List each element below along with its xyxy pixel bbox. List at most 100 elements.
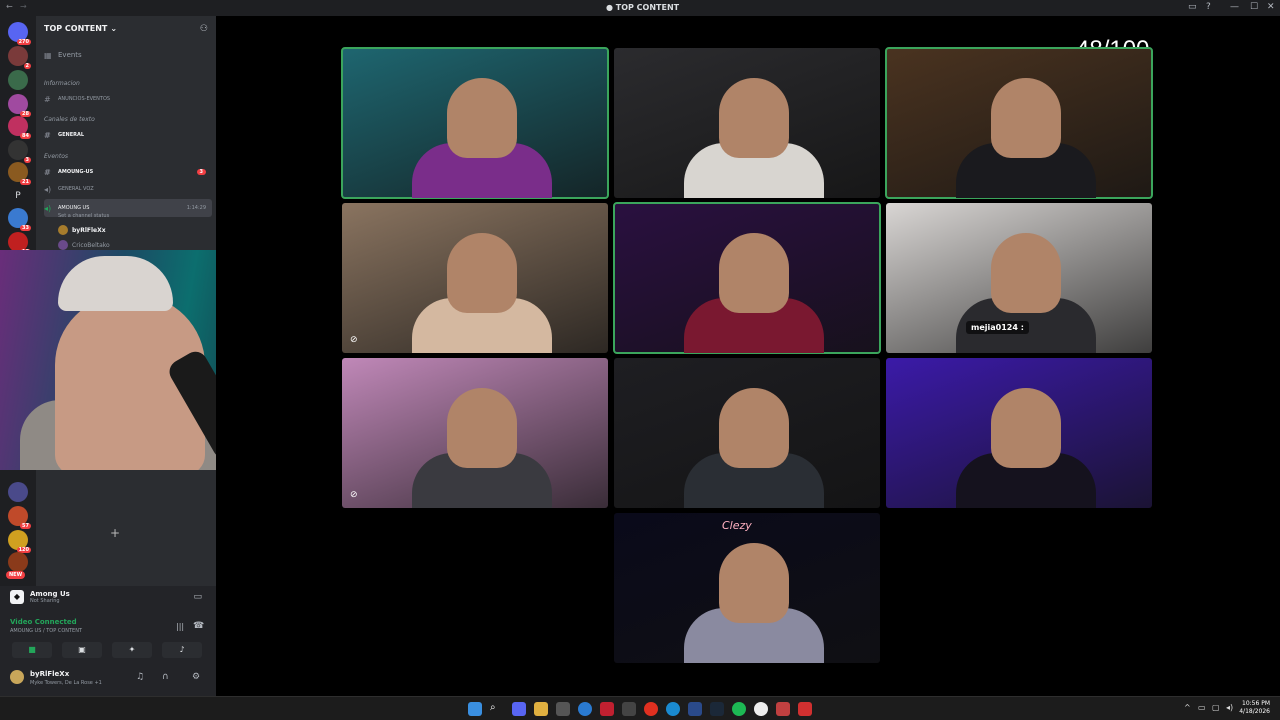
mention-badge: 3 <box>196 169 206 175</box>
video-tile[interactable] <box>614 48 880 198</box>
app-icon[interactable] <box>688 702 702 716</box>
back-arrow-icon[interactable]: ← <box>6 2 13 11</box>
soundboard-button[interactable]: ♪ <box>162 642 202 658</box>
volume-icon[interactable]: ◂) <box>1226 703 1233 712</box>
video-tile[interactable] <box>613 202 881 354</box>
usb-icon[interactable]: ▭ <box>1198 703 1206 712</box>
minimize-button[interactable]: — <box>1230 2 1239 12</box>
screen-share-icon[interactable]: ▭ <box>193 592 202 602</box>
voice-panel: ◆ Among Us Not Sharing ▭ Video Connected… <box>0 586 216 696</box>
connection-sub[interactable]: AMOUNG US / TOP CONTENT <box>10 628 82 634</box>
avatar <box>58 225 68 235</box>
video-tile[interactable] <box>886 358 1152 508</box>
channel-general[interactable]: # GENERAL <box>44 128 212 142</box>
user-avatar[interactable] <box>10 670 24 684</box>
app-icon[interactable] <box>578 702 592 716</box>
avatar <box>58 240 68 250</box>
server-icon[interactable]: P <box>8 186 28 206</box>
clock-date: 4/18/2026 <box>1239 708 1270 715</box>
hash-icon: # <box>44 167 51 177</box>
maximize-button[interactable]: ☐ <box>1250 2 1258 12</box>
activity-card[interactable]: ◆ Among Us Not Sharing <box>10 590 70 604</box>
video-tile[interactable] <box>614 358 880 508</box>
channel-amoung-us-text[interactable]: # AMOUNG-US 3 <box>44 165 212 179</box>
category-informacion[interactable]: Informacion <box>44 80 80 87</box>
channel-anuncios-eventos[interactable]: # ANUNCIOS-EVENTOS <box>44 92 212 106</box>
connection-status: Video Connected AMOUNG US / TOP CONTENT <box>10 618 82 634</box>
camera-button[interactable]: ■ <box>12 642 52 658</box>
channel-general-voz[interactable]: ◂) GENERAL VOZ <box>44 182 212 196</box>
forward-arrow-icon[interactable]: → <box>20 2 27 11</box>
video-tile[interactable] <box>341 47 609 199</box>
app-icon[interactable] <box>798 702 812 716</box>
wall-sign-text: Clezy <box>722 519 752 532</box>
hash-icon: # <box>44 130 51 140</box>
app-icon[interactable] <box>556 702 570 716</box>
user-status: Myke Towers, De La Rose +1 <box>30 680 102 686</box>
home-icon[interactable]: 270 <box>8 22 31 45</box>
activities-button[interactable]: ✦ <box>112 642 152 658</box>
category-canales-texto[interactable]: Canales de texto <box>44 116 95 123</box>
server-icon[interactable]: 3 <box>8 140 31 163</box>
user-name[interactable]: byRlFleXx <box>30 670 69 678</box>
video-tile[interactable]: ⊘ <box>342 358 608 508</box>
steam-icon[interactable] <box>710 702 724 716</box>
server-header[interactable]: TOP CONTENT ⌄ <box>44 24 117 33</box>
server-icon[interactable]: 57 <box>8 506 31 529</box>
muted-mic-icon: ⊘ <box>350 335 358 345</box>
display-icon[interactable]: ▢ <box>1212 703 1220 712</box>
video-call-stage: 48/100 ⊘mejia0124 :⊘Clezy <box>216 16 1280 696</box>
edge-icon[interactable] <box>666 702 680 716</box>
participant-head <box>447 78 517 158</box>
participant-name-tag: mejia0124 : <box>966 321 1029 334</box>
category-eventos[interactable]: Eventos <box>44 153 68 160</box>
chevron-up-icon[interactable]: ^ <box>1184 703 1191 712</box>
mouse-cursor-icon: + <box>110 526 121 540</box>
server-icon[interactable] <box>8 552 28 572</box>
server-icon[interactable]: 2 <box>8 46 31 69</box>
new-badge[interactable]: NEW <box>6 571 26 579</box>
call-timer: 1:14:29 <box>186 205 206 211</box>
noise-suppression-icon[interactable]: ||| <box>176 622 184 631</box>
app-icon[interactable] <box>600 702 614 716</box>
events-item[interactable]: ▦ Events <box>44 48 212 62</box>
server-icon[interactable]: 28 <box>8 94 31 117</box>
server-icon[interactable]: 120 <box>8 530 31 553</box>
inbox-icon[interactable]: ▭ <box>1188 2 1197 12</box>
app-icon[interactable] <box>622 702 636 716</box>
screen-share-button[interactable]: ▣ <box>62 642 102 658</box>
server-icon[interactable]: 84 <box>8 116 31 139</box>
server-icon[interactable]: 33 <box>8 208 31 231</box>
video-tile[interactable]: Clezy <box>614 513 880 663</box>
windows-taskbar: ⌕ ^ ▭ ▢ ◂) 10:56 PM 4/18/2026 <box>0 696 1280 720</box>
start-icon[interactable] <box>468 702 482 716</box>
help-icon[interactable]: ? <box>1206 2 1211 12</box>
headphones-icon[interactable]: ∩ <box>162 672 169 682</box>
close-button[interactable]: ✕ <box>1267 2 1275 12</box>
discord-icon[interactable] <box>512 702 526 716</box>
user-bar: byRlFleXx Myke Towers, De La Rose +1 ♫ ∩… <box>0 664 216 696</box>
video-tile[interactable] <box>885 47 1153 199</box>
calendar-icon: ▦ <box>44 50 52 60</box>
spotify-icon[interactable] <box>732 702 746 716</box>
microphone-icon[interactable]: ♫ <box>136 672 144 682</box>
folder-icon[interactable] <box>8 482 28 502</box>
add-member-icon[interactable]: ⚇ <box>200 24 208 34</box>
app-icon[interactable] <box>776 702 790 716</box>
search-icon[interactable]: ⌕ <box>490 702 504 716</box>
opera-icon[interactable] <box>644 702 658 716</box>
settings-gear-icon[interactable]: ⚙ <box>192 672 200 682</box>
file-explorer-icon[interactable] <box>534 702 548 716</box>
disconnect-icon[interactable]: ☎ <box>193 621 204 631</box>
voice-member[interactable]: CricoBeltako <box>58 240 110 250</box>
obs-icon[interactable] <box>754 702 768 716</box>
system-clock[interactable]: 10:56 PM 4/18/2026 <box>1239 700 1270 716</box>
server-icon[interactable] <box>8 70 28 90</box>
server-icon[interactable]: 16 <box>8 232 31 255</box>
server-icon[interactable]: 21 <box>8 162 31 185</box>
video-tile[interactable]: mejia0124 : <box>886 203 1152 353</box>
video-tile[interactable]: ⊘ <box>342 203 608 353</box>
channel-status-hint[interactable]: Set a channel status <box>58 213 109 219</box>
voice-member[interactable]: byRlFleXx <box>58 225 106 235</box>
clock-time: 10:56 PM <box>1242 700 1270 707</box>
